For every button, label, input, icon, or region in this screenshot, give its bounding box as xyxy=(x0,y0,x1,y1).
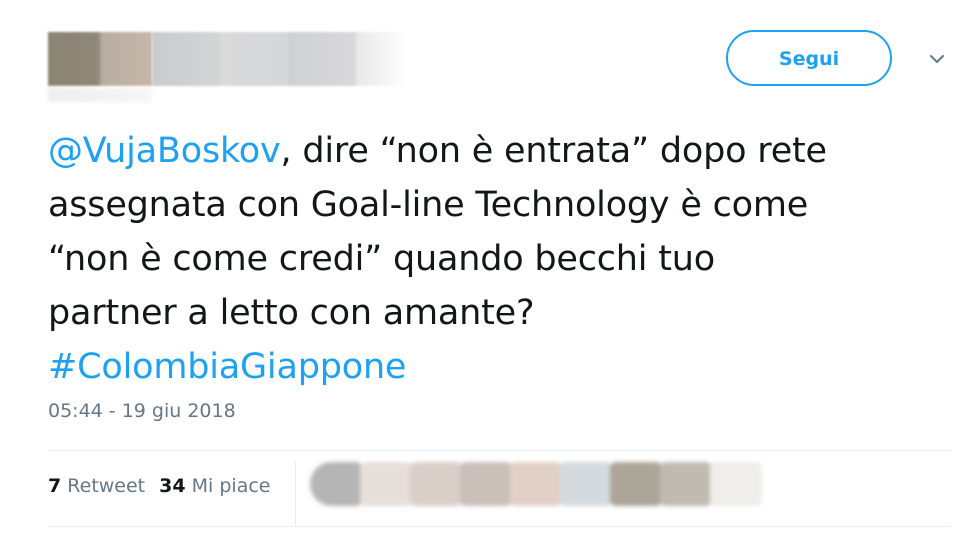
liker-avatar[interactable] xyxy=(710,462,762,506)
liker-avatar[interactable] xyxy=(510,462,562,506)
retweet-stat[interactable]: 7 Retweet xyxy=(48,475,145,497)
author-handle xyxy=(48,88,152,102)
retweet-count: 7 xyxy=(48,475,62,497)
retweet-label: Retweet xyxy=(67,475,146,497)
liker-avatar[interactable] xyxy=(310,462,362,506)
liker-avatar[interactable] xyxy=(460,462,512,506)
liker-avatar[interactable] xyxy=(410,462,462,506)
liker-avatar[interactable] xyxy=(660,462,712,506)
divider xyxy=(48,526,952,527)
hashtag-link[interactable]: #ColombiaGiappone xyxy=(48,347,406,387)
divider xyxy=(48,450,952,451)
like-label: Mi piace xyxy=(191,475,271,497)
follow-button[interactable]: Segui xyxy=(726,30,892,86)
timestamp[interactable]: 05:44 - 19 giu 2018 xyxy=(48,400,236,422)
like-count: 34 xyxy=(159,475,186,497)
liker-avatar[interactable] xyxy=(360,462,412,506)
like-stat[interactable]: 34 Mi piace xyxy=(159,475,270,497)
liker-avatars xyxy=(310,462,762,506)
liker-avatar[interactable] xyxy=(560,462,612,506)
liker-avatar[interactable] xyxy=(610,462,662,506)
avatar[interactable] xyxy=(48,32,152,86)
tweet-card: Segui @VujaBoskov, dire “non è entrata” … xyxy=(0,0,978,544)
author-info[interactable] xyxy=(48,30,408,102)
tweet-text: @VujaBoskov, dire “non è entrata” dopo r… xyxy=(48,124,948,394)
author-name[interactable] xyxy=(152,32,408,86)
stats-separator xyxy=(295,462,296,526)
chevron-down-icon[interactable] xyxy=(924,46,950,72)
mention-link[interactable]: @VujaBoskov xyxy=(48,131,281,171)
tweet-stats: 7 Retweet 34 Mi piace xyxy=(48,475,284,497)
